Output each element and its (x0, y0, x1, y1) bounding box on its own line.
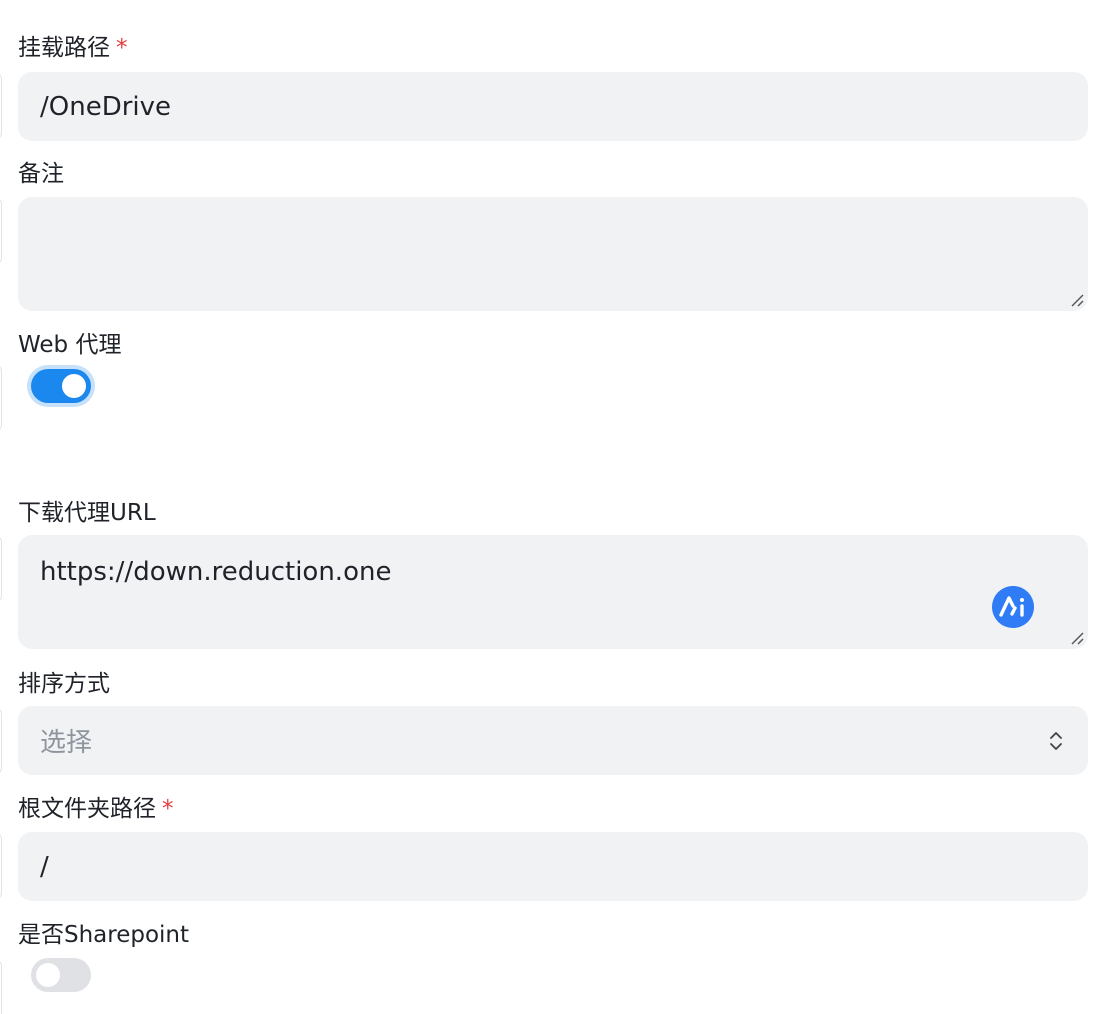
required-mark: * (162, 796, 174, 822)
remark-label: 备注 (18, 161, 64, 187)
root-folder-path-label: 根文件夹路径 * (18, 794, 174, 824)
mount-path-label: 挂载路径 * (18, 33, 128, 63)
order-by-placeholder: 选择 (40, 728, 93, 758)
mount-path-value: /OneDrive (40, 91, 172, 122)
resize-handle-icon[interactable] (1070, 631, 1084, 645)
is-sharepoint-toggle[interactable] (31, 958, 91, 992)
remark-textarea[interactable] (18, 197, 1088, 311)
toggle-knob (62, 374, 86, 398)
resize-handle-icon[interactable] (1070, 293, 1084, 307)
edge-strip (0, 536, 2, 602)
toggle-knob (36, 963, 60, 987)
mount-path-input[interactable]: /OneDrive (18, 72, 1088, 141)
assistant-badge-icon[interactable] (992, 586, 1034, 628)
root-folder-path-value: / (40, 851, 49, 882)
is-sharepoint-label: 是否Sharepoint (18, 922, 190, 948)
required-mark: * (116, 35, 128, 61)
mount-path-label-text: 挂载路径 (18, 35, 110, 61)
edge-strip (0, 833, 2, 899)
download-proxy-url-value: https://down.reduction.one (40, 557, 392, 587)
root-folder-path-input[interactable]: / (18, 832, 1088, 901)
edge-strip (0, 708, 2, 774)
storage-form: 挂载路径 * /OneDrive 备注 Web 代理 下载代理URL https:… (0, 0, 1107, 1014)
web-proxy-label: Web 代理 (18, 332, 122, 358)
download-proxy-url-label: 下载代理URL (18, 500, 156, 526)
edge-strip (0, 198, 2, 264)
order-by-label: 排序方式 (18, 671, 110, 697)
root-folder-path-label-text: 根文件夹路径 (18, 796, 156, 822)
edge-strip (0, 73, 2, 139)
edge-strip (0, 365, 2, 431)
chevron-up-down-icon (1050, 731, 1062, 750)
edge-strip (0, 960, 2, 1014)
order-by-select[interactable]: 选择 (18, 706, 1088, 775)
download-proxy-url-textarea[interactable]: https://down.reduction.one (18, 535, 1088, 649)
web-proxy-toggle[interactable] (31, 369, 91, 403)
